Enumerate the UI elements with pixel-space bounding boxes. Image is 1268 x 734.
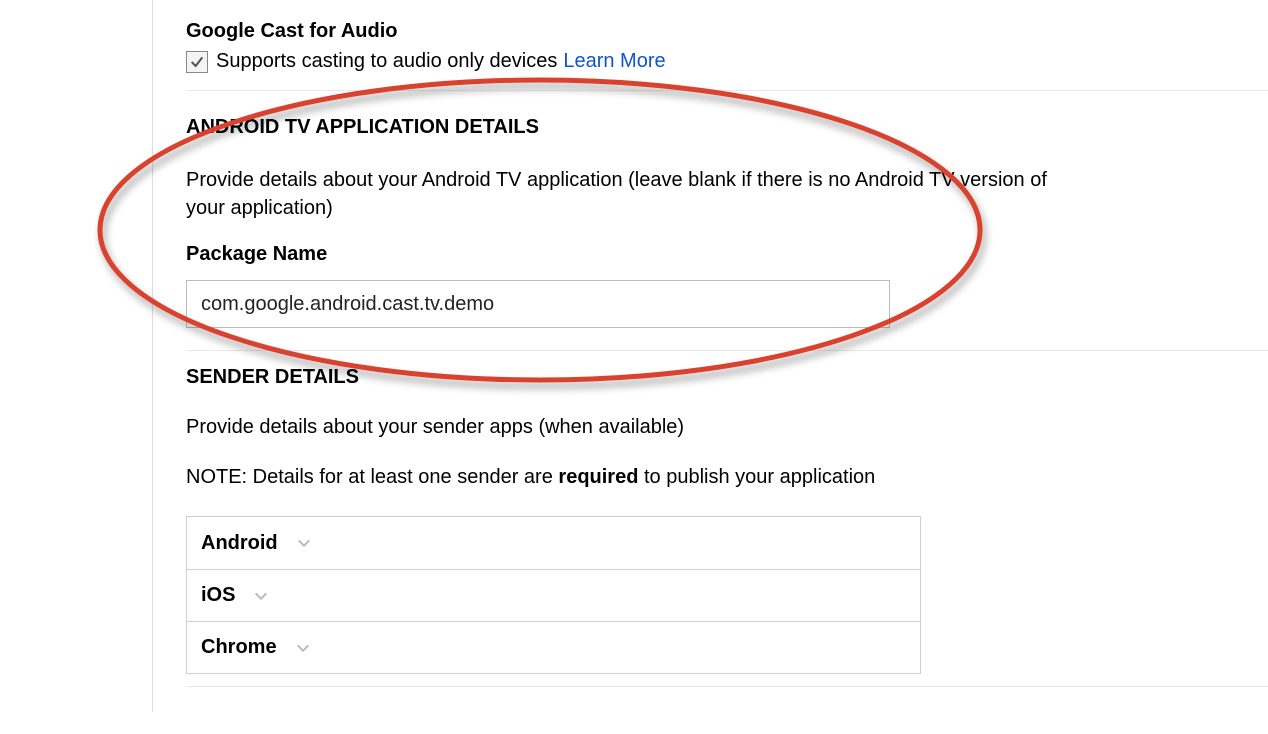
platform-label: Android	[201, 532, 278, 555]
sender-note-suffix: to publish your application	[638, 466, 875, 488]
sender-note-prefix: NOTE: Details for at least one sender ar…	[186, 466, 558, 488]
sender-details-description: Provide details about your sender apps (…	[186, 416, 684, 439]
sender-platform-chrome[interactable]: Chrome	[187, 621, 920, 673]
divider-horizontal	[186, 686, 1268, 687]
sender-details-heading: SENDER DETAILS	[186, 366, 359, 389]
cast-audio-row: Supports casting to audio only devices L…	[186, 50, 666, 73]
audio-support-label: Supports casting to audio only devices	[216, 50, 557, 73]
sender-platform-android[interactable]: Android	[187, 517, 920, 569]
chevron-down-icon	[296, 535, 312, 551]
chevron-down-icon	[295, 640, 311, 656]
android-tv-heading: ANDROID TV APPLICATION DETAILS	[186, 116, 539, 139]
audio-support-checkbox[interactable]	[186, 51, 208, 73]
sender-note-required: required	[558, 466, 638, 488]
chevron-down-icon	[253, 588, 269, 604]
android-tv-description: Provide details about your Android TV ap…	[186, 166, 1058, 222]
divider-vertical	[152, 0, 153, 712]
cast-audio-title: Google Cast for Audio	[186, 20, 397, 43]
sender-details-note: NOTE: Details for at least one sender ar…	[186, 466, 875, 489]
sender-platform-ios[interactable]: iOS	[187, 569, 920, 621]
package-name-label: Package Name	[186, 243, 327, 266]
divider-horizontal	[186, 350, 1268, 351]
learn-more-link[interactable]: Learn More	[563, 50, 665, 73]
divider-horizontal	[186, 90, 1268, 91]
sender-platform-list: Android iOS Chrome	[186, 516, 921, 674]
platform-label: iOS	[201, 584, 235, 607]
platform-label: Chrome	[201, 636, 277, 659]
check-icon	[189, 54, 205, 70]
package-name-input[interactable]	[186, 280, 890, 328]
